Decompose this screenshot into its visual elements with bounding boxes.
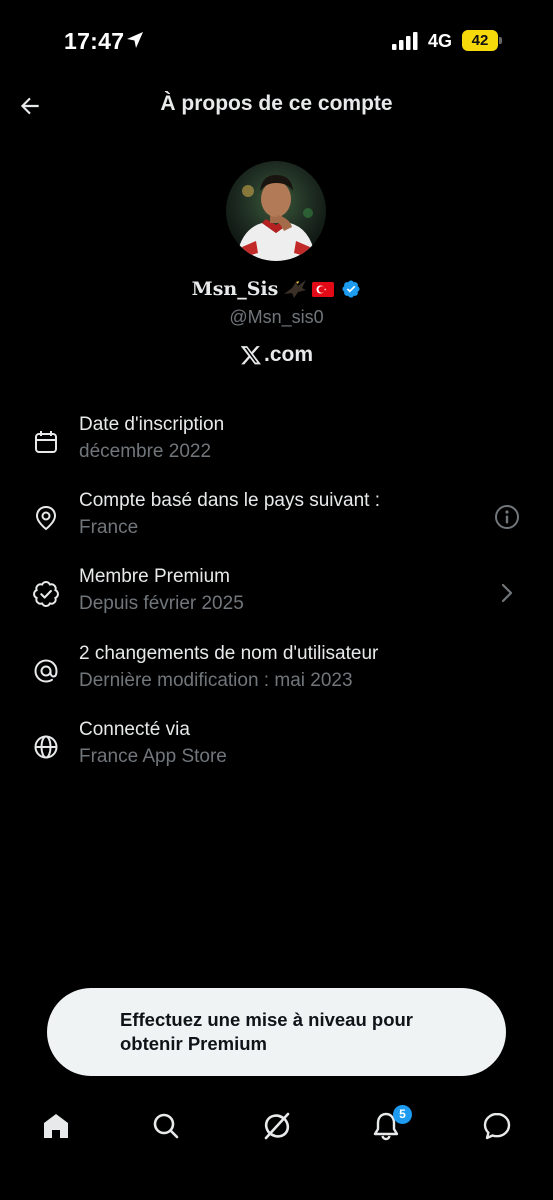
info-subtitle: France xyxy=(79,517,139,538)
avatar-image xyxy=(226,161,326,261)
info-subtitle: décembre 2022 xyxy=(79,441,212,462)
info-subtitle: France App Store xyxy=(79,746,227,767)
turkey-flag-icon xyxy=(312,281,335,297)
notification-badge: 5 xyxy=(393,1105,412,1124)
chevron-right-icon[interactable] xyxy=(493,579,521,607)
info-title: Compte basé dans le pays suivant : xyxy=(79,490,381,511)
info-row-country: Compte basé dans le pays suivant : Franc… xyxy=(0,490,553,552)
info-row-join-date: Date d'inscription décembre 2022 xyxy=(0,414,553,476)
domain-text: .com xyxy=(263,343,313,366)
verified-badge-icon xyxy=(33,581,59,607)
search-icon[interactable] xyxy=(150,1110,182,1142)
profile-handle: @Msn_sis0 xyxy=(229,307,324,327)
display-name: Msn_Sis xyxy=(191,278,279,300)
profile-name-row: Msn_Sis xyxy=(0,278,553,300)
messages-icon[interactable] xyxy=(481,1110,513,1142)
verified-badge-icon[interactable] xyxy=(341,279,361,299)
avatar[interactable] xyxy=(226,161,326,261)
network-type: 4G xyxy=(428,31,453,51)
page-title: À propos de ce compte xyxy=(160,92,393,115)
grok-icon[interactable] xyxy=(261,1110,293,1142)
location-pin-icon xyxy=(35,505,57,531)
premium-upgrade-text: Effectuez une mise à niveau pour obtenir… xyxy=(120,1009,413,1054)
info-subtitle: Depuis février 2025 xyxy=(79,593,244,614)
battery-icon: 42 xyxy=(462,30,502,51)
info-row-connected-via: Connecté via France App Store xyxy=(0,719,553,781)
bottom-nav xyxy=(0,1100,553,1160)
info-icon[interactable] xyxy=(493,503,521,531)
eagle-emoji-icon xyxy=(284,280,307,298)
info-row-premium[interactable]: Membre Premium Depuis février 2025 xyxy=(0,566,553,628)
calendar-icon xyxy=(35,431,57,453)
globe-icon xyxy=(34,735,58,759)
premium-upgrade-banner[interactable]: Effectuez une mise à niveau pour obtenir… xyxy=(47,988,506,1076)
battery-level: 42 xyxy=(471,32,489,49)
at-sign-icon xyxy=(34,659,58,683)
x-logo-icon xyxy=(240,346,261,365)
status-time: 17:47 xyxy=(64,28,125,54)
info-title: Membre Premium xyxy=(79,566,230,587)
info-row-username-changes: 2 changements de nom d'utilisateur Derni… xyxy=(0,643,553,705)
cellular-signal-icon xyxy=(392,32,418,50)
info-title: 2 changements de nom d'utilisateur xyxy=(79,643,379,664)
domain-label: .com xyxy=(0,343,553,367)
status-bar: 17:47 4G 42 xyxy=(0,0,553,82)
location-arrow-icon xyxy=(127,32,143,48)
home-icon[interactable] xyxy=(40,1110,72,1142)
info-title: Date d'inscription xyxy=(79,414,225,435)
info-title: Connecté via xyxy=(79,719,190,740)
info-subtitle: Dernière modification : mai 2023 xyxy=(79,670,353,691)
